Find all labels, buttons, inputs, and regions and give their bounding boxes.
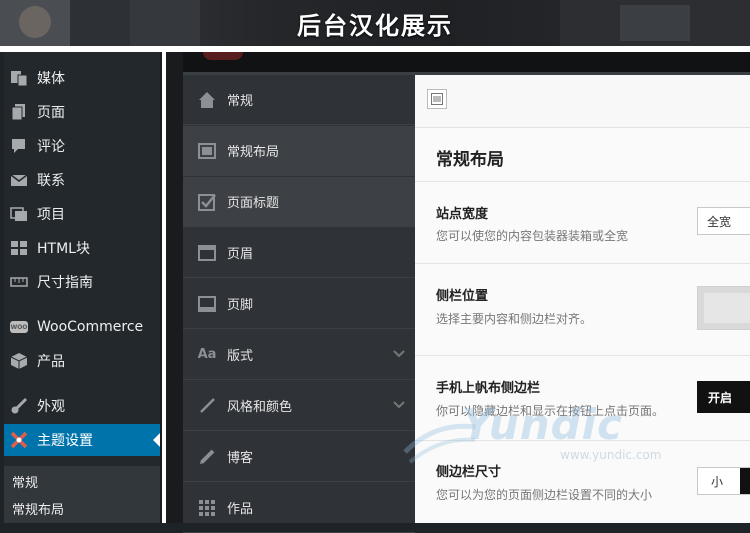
divider — [415, 263, 750, 264]
typography-icon: Aa — [197, 347, 217, 362]
ts-tab-label: 常规 — [227, 94, 254, 109]
ts-tab-header[interactable]: 页眉 — [183, 228, 415, 278]
menu-item-appearance[interactable]: 外观 — [4, 390, 160, 422]
banner: 后台汉化展示 — [0, 0, 750, 46]
checkbox-icon — [198, 193, 216, 211]
ts-tab-style-colors[interactable]: 风格和颜色 — [183, 381, 415, 431]
menu-label: 评论 — [37, 139, 65, 155]
theme-settings-submenu: 常规 常规布局 — [4, 466, 160, 523]
banner-title: 后台汉化展示 — [297, 11, 453, 40]
menu-item-products[interactable]: 产品 — [4, 345, 160, 377]
option-sidebar-position-desc: 选择主要内容和侧边栏对齐。 — [436, 312, 593, 326]
option-sidebar-size-label: 侧边栏尺寸 — [436, 465, 502, 480]
option-site-width-label: 站点宽度 — [436, 207, 489, 222]
menu-item-portfolio[interactable]: 项目 — [4, 198, 160, 230]
wp-admin-menu: 媒体 页面 评论 联系 项目 HTML块 尺寸指南 WOO WooCommerc… — [4, 52, 161, 523]
menu-item-theme-settings[interactable]: 主题设置 — [4, 424, 161, 456]
ts-tab-footer[interactable]: 页脚 — [183, 279, 415, 329]
gutter-edge — [162, 52, 166, 523]
menu-label: 外观 — [37, 399, 65, 415]
pen-icon — [198, 397, 216, 415]
ts-tab-label: 风格和颜色 — [227, 400, 293, 415]
ts-tab-portfolio[interactable]: 作品 — [183, 483, 415, 533]
toggle-value: 开启 — [708, 390, 733, 405]
ts-tab-label: 作品 — [227, 502, 254, 517]
menu-item-media[interactable]: 媒体 — [4, 62, 160, 94]
menu-label: 产品 — [37, 354, 65, 370]
theme-settings-nav: 常规 常规布局 页面标题 页眉 页脚 Aa 版式 风格和颜色 博客 作品 — [183, 75, 415, 533]
page-icon — [9, 102, 29, 122]
media-icon — [9, 68, 29, 88]
site-width-value: 全宽 — [707, 214, 732, 229]
ts-tab-label: 页面标题 — [227, 196, 280, 211]
settings-frame-top — [183, 52, 750, 74]
option-offcanvas-sidebar-label: 手机上帆布侧边栏 — [436, 381, 541, 396]
sidebar-size-select[interactable]: 小 — [697, 467, 750, 495]
submenu-item-general-layout[interactable]: 常规布局 — [12, 499, 64, 518]
option-offcanvas-sidebar-desc: 你可以隐藏边栏和显示在按钮上点击页面。 — [436, 404, 665, 418]
menu-label: 尺寸指南 — [37, 275, 93, 291]
html-block-icon — [9, 238, 29, 258]
layout-icon — [198, 142, 216, 160]
ruler-icon — [9, 272, 29, 292]
option-sidebar-size-desc: 您可以为您的页面侧边栏设置不同的大小 — [436, 488, 653, 502]
chevron-down-icon — [393, 347, 405, 363]
ts-tab-general-layout[interactable]: 常规布局 — [183, 126, 415, 176]
divider — [415, 440, 750, 441]
offcanvas-sidebar-toggle[interactable]: 开启 — [697, 381, 750, 413]
woocommerce-icon: WOO — [9, 317, 29, 337]
ts-tab-label: 页眉 — [227, 247, 254, 262]
ts-tab-general[interactable]: 常规 — [183, 75, 415, 125]
option-sidebar-position-label: 侧栏位置 — [436, 289, 489, 304]
menu-item-contact[interactable]: 联系 — [4, 164, 160, 196]
home-icon — [198, 91, 216, 109]
menu-label: WooCommerce — [37, 319, 144, 335]
ts-tab-label: 博客 — [227, 451, 254, 466]
menu-label: 页面 — [37, 105, 65, 121]
menu-label: 媒体 — [37, 71, 65, 87]
ts-tab-page-title[interactable]: 页面标题 — [183, 177, 415, 227]
menu-item-size-guide[interactable]: 尺寸指南 — [4, 266, 160, 298]
menu-label: HTML块 — [37, 241, 90, 257]
menu-label: 项目 — [37, 207, 65, 223]
theme-settings-icon — [9, 430, 29, 450]
chevron-down-icon — [393, 398, 405, 414]
content-toolbar — [415, 75, 750, 128]
header-icon — [198, 244, 216, 262]
settings-content: 常规布局 站点宽度 您可以使您的内容包装器装箱或全宽 全宽 侧栏位置 选择主要内… — [415, 75, 750, 523]
sidebar-position-picker[interactable] — [697, 286, 750, 330]
menu-label: 主题设置 — [37, 433, 93, 449]
submenu-item-general[interactable]: 常规 — [12, 472, 38, 491]
mail-icon — [9, 170, 29, 190]
footer-icon — [198, 295, 216, 313]
menu-item-pages[interactable]: 页面 — [4, 96, 160, 128]
panel-icon — [431, 90, 443, 109]
sidebar-size-value: 小 — [711, 474, 724, 489]
option-site-width-desc: 您可以使您的内容包装器装箱或全宽 — [436, 229, 629, 243]
menu-item-woocommerce[interactable]: WOO WooCommerce — [4, 311, 160, 343]
site-width-select[interactable]: 全宽 — [697, 207, 750, 235]
pencil-icon — [198, 448, 216, 466]
ts-tab-label: 页脚 — [227, 298, 254, 313]
comment-icon — [9, 136, 29, 156]
menu-label: 联系 — [37, 173, 65, 189]
ts-tab-label: 版式 — [227, 349, 254, 364]
ts-tab-label: 常规布局 — [227, 145, 280, 160]
section-title: 常规布局 — [436, 150, 504, 170]
grid-icon — [198, 499, 216, 517]
portfolio-icon — [9, 204, 29, 224]
ts-tab-blog[interactable]: 博客 — [183, 432, 415, 482]
menu-item-html-block[interactable]: HTML块 — [4, 232, 160, 264]
divider — [415, 181, 750, 182]
menu-item-comments[interactable]: 评论 — [4, 130, 160, 162]
divider — [415, 355, 750, 356]
brush-icon — [9, 396, 29, 416]
ts-tab-typography[interactable]: Aa 版式 — [183, 330, 415, 380]
product-box-icon — [9, 351, 29, 371]
panel-toggle-button[interactable] — [427, 89, 447, 109]
